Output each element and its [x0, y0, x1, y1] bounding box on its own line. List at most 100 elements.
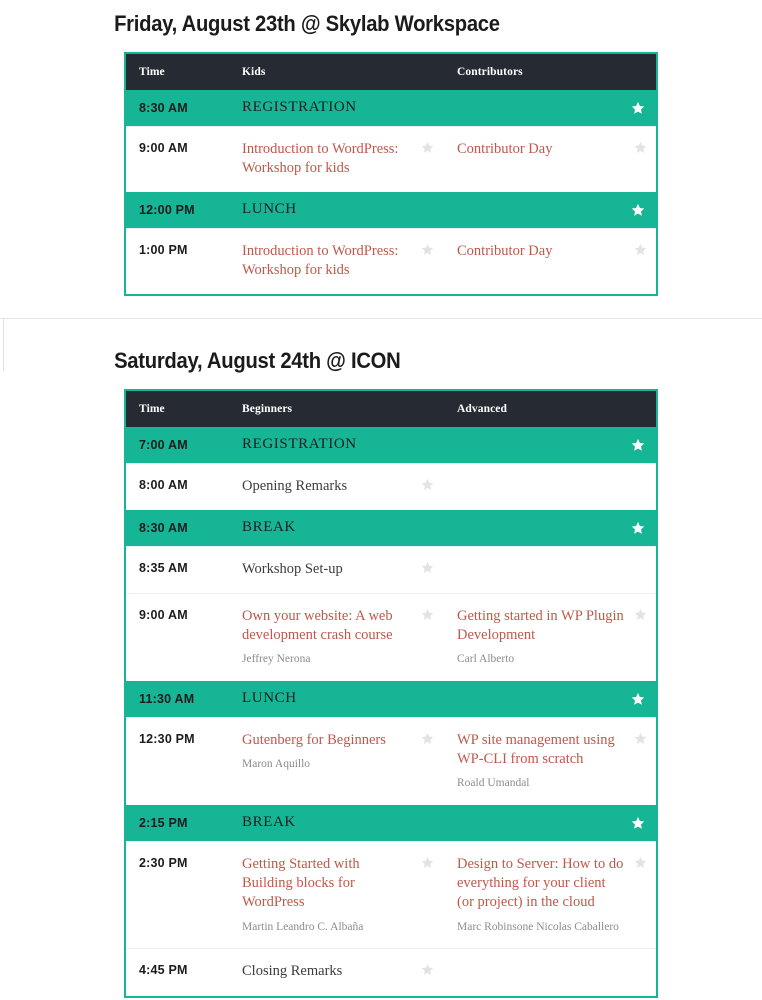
star-icon[interactable]	[631, 438, 645, 452]
row-time: 8:35 AM	[126, 545, 230, 594]
global-session-cell[interactable]: REGISTRATION	[230, 426, 656, 463]
session-title-link[interactable]: Design to Server: How to do everything f…	[457, 855, 626, 912]
session-title: Workshop Set-up	[242, 560, 343, 577]
session-speaker: Carl Alberto	[457, 653, 515, 665]
row-time: 7:00 AM	[126, 426, 230, 463]
row-time: 2:15 PM	[126, 805, 230, 842]
column-header-track-2: Contributors	[443, 53, 656, 90]
session-title-link[interactable]: Gutenberg for Beginners	[242, 731, 413, 750]
column-header-time: Time	[126, 53, 230, 90]
star-icon[interactable]	[634, 243, 647, 256]
star-icon[interactable]	[421, 141, 434, 154]
session-title-link[interactable]: Introduction to WordPress: Workshop for …	[242, 242, 413, 280]
column-header-time: Time	[126, 390, 230, 427]
session-title-link[interactable]: Own your website: A web development cras…	[242, 607, 413, 645]
session-title-link[interactable]: Contributor Day	[457, 242, 626, 261]
session-speaker: Roald Umandal	[457, 777, 530, 790]
table-row: 8:30 AM REGISTRATION	[126, 89, 656, 126]
session-speaker: Martin Leandro C. Albaña	[242, 920, 364, 933]
star-icon[interactable]	[634, 608, 647, 621]
star-icon[interactable]	[631, 203, 645, 217]
row-time: 4:45 PM	[126, 948, 230, 996]
star-icon[interactable]	[631, 101, 645, 115]
schedule-table: Time Kids Contributors 8:30 AM REGISTRATION 9…	[126, 53, 656, 294]
table-row: 1:00 PM Introduction to WordPress: Worksh…	[126, 227, 656, 294]
table-row: 7:00 AM REGISTRATION	[126, 426, 656, 463]
row-time: 8:00 AM	[126, 462, 230, 510]
star-icon[interactable]	[421, 856, 434, 869]
star-icon[interactable]	[421, 963, 434, 976]
session-title-link[interactable]: Introduction to WordPress: Workshop for …	[242, 140, 413, 178]
session-cell[interactable]: Closing Remarks	[230, 948, 443, 996]
session-title-link[interactable]: Contributor Day	[457, 140, 626, 159]
row-time: 9:00 AM	[126, 592, 230, 681]
row-time: 9:00 AM	[126, 125, 230, 192]
schedule-table-container: Time Kids Contributors 8:30 AM REGISTRATION 9…	[124, 51, 658, 296]
table-row: 11:30 AM LUNCH	[126, 680, 656, 718]
session-cell[interactable]: Own your website: A web development cras…	[230, 592, 443, 681]
session-title-link[interactable]: WP site management using WP-CLI from scr…	[457, 731, 626, 769]
session-cell[interactable]: Opening Remarks	[230, 462, 443, 510]
star-icon[interactable]	[634, 732, 647, 745]
star-icon[interactable]	[421, 243, 434, 256]
star-icon[interactable]	[421, 732, 434, 745]
star-icon[interactable]	[631, 692, 645, 706]
star-icon[interactable]	[634, 141, 647, 154]
table-row: 8:35 AM Workshop Set-up	[126, 545, 656, 594]
global-session-title: REGISTRATION	[242, 435, 357, 452]
session-speaker: Maron Aquillo	[242, 758, 311, 771]
row-time: 2:30 PM	[126, 841, 230, 949]
session-speaker: Jeffrey Nerona	[242, 653, 311, 665]
session-title-link[interactable]: Getting Started with Building blocks for…	[242, 855, 413, 912]
star-icon[interactable]	[421, 478, 434, 491]
day-title: Saturday, August 24th @ ICON	[114, 348, 401, 373]
session-cell[interactable]: Contributor Day	[443, 227, 656, 294]
session-cell[interactable]: Workshop Set-up	[230, 545, 443, 594]
star-icon[interactable]	[421, 561, 434, 574]
star-icon[interactable]	[421, 608, 434, 621]
session-cell	[443, 545, 656, 594]
star-icon[interactable]	[631, 521, 645, 535]
day-title: Friday, August 23th @ Skylab Workspace	[114, 11, 500, 36]
session-cell[interactable]: WP site management using WP-CLI from scr…	[443, 716, 656, 806]
table-row: 4:45 PM Closing Remarks	[126, 948, 656, 996]
session-cell[interactable]: Gutenberg for Beginners Maron Aquillo	[230, 716, 443, 806]
row-time: 8:30 AM	[126, 89, 230, 126]
session-title-link[interactable]: Getting started in WP Plugin Development	[457, 607, 626, 645]
table-row: 8:00 AM Opening Remarks	[126, 462, 656, 510]
global-session-title: REGISTRATION	[242, 98, 357, 115]
table-row: 2:30 PM Getting Started with Building blo…	[126, 841, 656, 949]
table-row: 2:15 PM BREAK	[126, 805, 656, 842]
session-cell[interactable]: Getting started in WP Plugin Development…	[443, 592, 656, 681]
global-session-cell[interactable]: LUNCH	[230, 680, 656, 718]
row-time: 8:30 AM	[126, 509, 230, 547]
session-cell	[443, 948, 656, 996]
table-row: 12:00 PM LUNCH	[126, 191, 656, 229]
global-session-cell[interactable]: BREAK	[230, 805, 656, 842]
session-cell[interactable]: Introduction to WordPress: Workshop for …	[230, 125, 443, 192]
column-header-track-1: Beginners	[230, 390, 443, 427]
global-session-title: LUNCH	[242, 200, 297, 217]
star-icon[interactable]	[634, 856, 647, 869]
column-header-track-1: Kids	[230, 53, 443, 90]
session-cell[interactable]: Design to Server: How to do everything f…	[443, 841, 656, 949]
row-time: 1:00 PM	[126, 227, 230, 294]
session-cell[interactable]: Contributor Day	[443, 125, 656, 192]
table-row: 12:30 PM Gutenberg for Beginners Maron Aqu…	[126, 716, 656, 806]
table-header-row: Time Beginners Advanced	[126, 390, 656, 427]
schedule-table-container: Time Beginners Advanced 7:00 AM REGISTRATION…	[124, 388, 658, 998]
star-icon[interactable]	[631, 816, 645, 830]
global-session-cell[interactable]: BREAK	[230, 509, 656, 547]
session-cell[interactable]: Introduction to WordPress: Workshop for …	[230, 227, 443, 294]
session-cell[interactable]: Getting Started with Building blocks for…	[230, 841, 443, 949]
session-speaker: Marc Robinsone Nicolas Caballero	[457, 920, 619, 933]
row-time: 11:30 AM	[126, 680, 230, 718]
global-session-cell[interactable]: REGISTRATION	[230, 89, 656, 126]
global-session-title: BREAK	[242, 814, 296, 831]
table-row: 9:00 AM Introduction to WordPress: Worksh…	[126, 125, 656, 192]
days-container: Friday, August 23th @ Skylab Workspace Ti…	[0, 0, 762, 998]
global-session-cell[interactable]: LUNCH	[230, 191, 656, 229]
table-row: 8:30 AM BREAK	[126, 509, 656, 547]
row-time: 12:30 PM	[126, 716, 230, 806]
session-title: Closing Remarks	[242, 963, 343, 980]
